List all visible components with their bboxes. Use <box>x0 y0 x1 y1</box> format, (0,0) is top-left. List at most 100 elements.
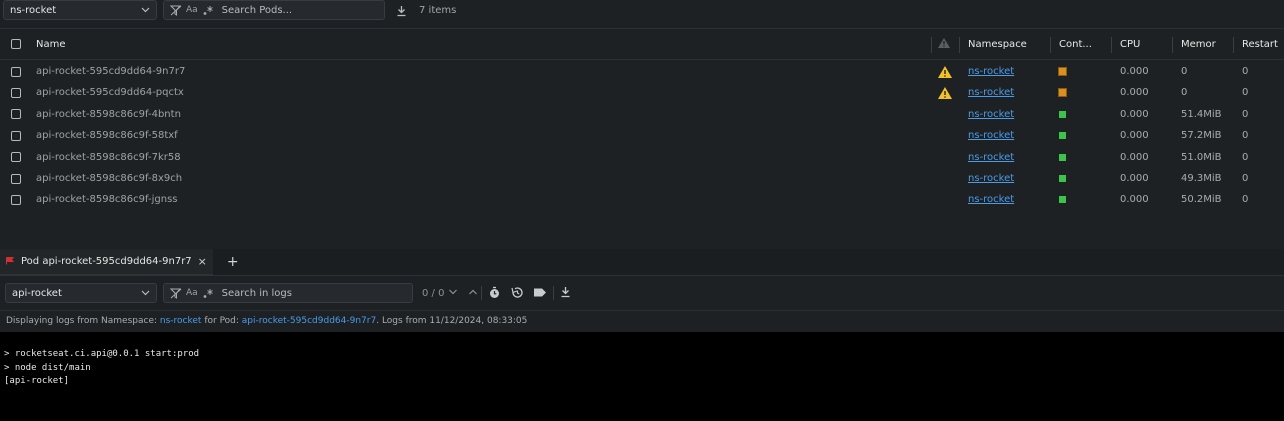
memory-value: 0 <box>1181 66 1188 77</box>
memory-value: 51.0MiB <box>1181 151 1222 163</box>
row-checkbox[interactable] <box>11 109 21 120</box>
pod-name[interactable]: api-rocket-8598c86c9f-58txf <box>36 130 178 141</box>
pod-search-placeholder: Search Pods... <box>221 4 293 16</box>
table-row[interactable]: api-rocket-595cd9dd64-pqctx ns-rocket 0.00… <box>0 82 1284 103</box>
row-checkbox[interactable] <box>11 152 21 163</box>
row-checkbox[interactable] <box>11 194 21 205</box>
regex-icon[interactable] <box>200 3 216 17</box>
close-icon[interactable]: × <box>198 255 207 268</box>
log-search-placeholder: Search in logs <box>221 287 292 299</box>
table-row[interactable]: api-rocket-8598c86c9f-4bntn ns-rocket 0.00… <box>0 104 1284 125</box>
timestamps-icon[interactable] <box>488 286 501 302</box>
add-tab-icon[interactable]: + <box>227 254 239 270</box>
cpu-value: 0.000 <box>1120 66 1149 77</box>
previous-container-icon[interactable] <box>510 286 524 302</box>
log-line: > rocketseat.ci.api@0.0.1 start:prod <box>4 349 200 359</box>
column-cpu[interactable]: CPU <box>1120 39 1140 50</box>
namespace-link[interactable]: ns-rocket <box>968 66 1014 77</box>
pod-name[interactable]: api-rocket-8598c86c9f-jgnss <box>36 194 177 205</box>
pod-name[interactable]: api-rocket-8598c86c9f-8x9ch <box>36 173 182 184</box>
cpu-value: 0.000 <box>1120 194 1149 206</box>
pod-name[interactable]: api-rocket-595cd9dd64-pqctx <box>36 87 184 98</box>
select-all-checkbox[interactable] <box>11 39 21 49</box>
row-checkbox[interactable] <box>11 66 21 77</box>
pod-name[interactable]: api-rocket-8598c86c9f-4bntn <box>36 109 181 120</box>
restart-value: 0 <box>1242 194 1249 206</box>
column-name[interactable]: Name <box>36 39 66 50</box>
info-prefix: Displaying logs from Namespace: <box>6 316 158 326</box>
filter-off-icon[interactable] <box>168 286 184 300</box>
dock-tab-bar: Pod api-rocket-595cd9dd64-9n7r7 × + <box>0 248 1284 276</box>
column-warning[interactable] <box>937 29 951 59</box>
cpu-value: 0.000 <box>1120 87 1149 99</box>
memory-value: 49.3MiB <box>1181 173 1222 184</box>
table-row[interactable]: api-rocket-8598c86c9f-jgnss ns-rocket 0.00… <box>0 189 1284 210</box>
log-line: > node dist/main <box>4 362 91 373</box>
regex-icon[interactable] <box>200 286 216 300</box>
table-row[interactable]: api-rocket-8598c86c9f-58txf ns-rocket 0.00… <box>0 125 1284 146</box>
filter-off-icon[interactable] <box>168 3 184 17</box>
previous-match-icon[interactable] <box>468 288 478 299</box>
cpu-value: 0.000 <box>1120 130 1149 142</box>
match-count: 0 / 0 <box>422 288 445 299</box>
restart-value: 0 <box>1242 151 1249 163</box>
container-select-value: api-rocket <box>12 287 62 299</box>
pod-name[interactable]: api-rocket-595cd9dd64-9n7r7 <box>36 66 185 77</box>
restart-value: 0 <box>1242 173 1249 184</box>
log-output[interactable]: > rocketseat.ci.api@0.0.1 start:prod > no… <box>0 332 1284 421</box>
namespace-link[interactable]: ns-rocket <box>968 194 1014 205</box>
namespace-select-value: ns-rocket <box>10 4 57 16</box>
table-row[interactable]: api-rocket-595cd9dd64-9n7r7 ns-rocket 0.00… <box>0 61 1284 82</box>
logs-flag-icon <box>6 257 14 265</box>
pod-search-input[interactable]: Aa Search Pods... <box>163 0 385 20</box>
container-status-indicator <box>1059 175 1066 182</box>
warning-icon[interactable] <box>937 82 953 103</box>
restart-value: 0 <box>1242 130 1249 142</box>
row-checkbox[interactable] <box>11 87 21 98</box>
column-namespace[interactable]: Namespace <box>968 39 1027 50</box>
container-status-indicator <box>1059 196 1066 204</box>
restart-value: 0 <box>1242 87 1249 99</box>
namespace-link[interactable]: ns-rocket <box>968 173 1014 184</box>
cpu-value: 0.000 <box>1120 173 1149 184</box>
match-case-toggle[interactable]: Aa <box>186 288 198 298</box>
namespace-select[interactable]: ns-rocket <box>3 0 157 20</box>
table-row[interactable]: api-rocket-8598c86c9f-7kr58 ns-rocket 0.00… <box>0 147 1284 168</box>
column-containers[interactable]: Cont... <box>1059 39 1092 50</box>
restart-value: 0 <box>1242 108 1249 120</box>
namespace-link[interactable]: ns-rocket <box>968 152 1014 163</box>
info-suffix: . Logs from 11/12/2024, 08:33:05 <box>376 316 528 326</box>
warning-icon[interactable] <box>937 61 953 82</box>
tab-pod-logs-label: Pod api-rocket-595cd9dd64-9n7r7 <box>21 255 192 267</box>
memory-value: 50.2MiB <box>1181 194 1222 206</box>
match-case-toggle[interactable]: Aa <box>186 5 198 15</box>
pod-name[interactable]: api-rocket-8598c86c9f-7kr58 <box>36 152 181 163</box>
container-status-indicator <box>1058 67 1067 76</box>
info-namespace-link[interactable]: ns-rocket <box>160 316 202 326</box>
log-search-input[interactable]: Aa Search in logs <box>163 283 413 303</box>
container-select[interactable]: api-rocket <box>5 283 157 303</box>
download-logs-icon[interactable] <box>560 286 571 301</box>
column-restart[interactable]: Restart <box>1242 39 1278 50</box>
logs-toolbar: api-rocket Aa Search in logs 0 / 0 <box>0 280 1284 306</box>
next-match-icon[interactable] <box>448 288 458 299</box>
cpu-value: 0.000 <box>1120 151 1149 163</box>
items-count: 7 items <box>419 5 457 16</box>
pods-table-header: Name Namespace Cont... CPU Memor Restart <box>0 28 1284 60</box>
container-status-indicator <box>1059 153 1066 161</box>
row-checkbox[interactable] <box>11 130 21 141</box>
memory-value: 0 <box>1181 87 1188 99</box>
namespace-link[interactable]: ns-rocket <box>968 87 1014 98</box>
column-memory[interactable]: Memor <box>1181 39 1216 50</box>
label-icon[interactable] <box>533 287 547 301</box>
namespace-link[interactable]: ns-rocket <box>968 130 1014 141</box>
memory-value: 57.2MiB <box>1181 130 1222 142</box>
tab-pod-logs[interactable]: Pod api-rocket-595cd9dd64-9n7r7 × <box>0 248 213 276</box>
namespace-link[interactable]: ns-rocket <box>968 109 1014 120</box>
info-pod-link[interactable]: api-rocket-595cd9dd64-9n7r7 <box>242 316 376 326</box>
row-checkbox[interactable] <box>11 173 21 184</box>
download-icon[interactable] <box>394 4 408 18</box>
memory-value: 51.4MiB <box>1181 108 1222 120</box>
toolbar-divider <box>481 286 482 300</box>
table-row[interactable]: api-rocket-8598c86c9f-8x9ch ns-rocket 0.00… <box>0 168 1284 189</box>
